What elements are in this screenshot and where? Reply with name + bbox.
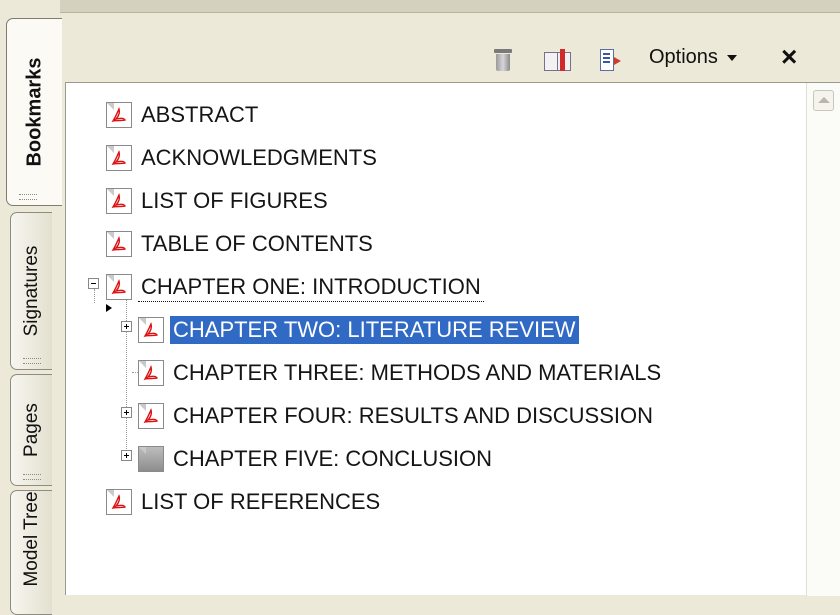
tab-pages-label: Pages <box>20 403 42 457</box>
tab-grip <box>19 194 37 200</box>
close-button[interactable]: × <box>781 42 797 72</box>
tab-bookmarks[interactable]: Bookmarks <box>6 18 62 206</box>
bookmark-book-icon[interactable] <box>544 49 571 71</box>
navigation-tab-strip: Bookmarks Signatures Pages Model Tree <box>0 0 62 615</box>
grey-bookmark-icon <box>138 446 164 472</box>
tab-model-tree[interactable]: Model Tree <box>10 490 52 615</box>
bookmark-item[interactable]: TABLE OF CONTENTS <box>106 228 376 260</box>
tab-pages[interactable]: Pages <box>10 374 52 486</box>
expand-toggle-icon[interactable] <box>121 321 132 332</box>
pdf-bookmark-icon <box>106 102 132 128</box>
tree-line <box>126 291 127 459</box>
tab-grip <box>23 358 41 364</box>
bookmark-label: ABSTRACT <box>141 102 259 127</box>
bookmark-label: TABLE OF CONTENTS <box>141 231 373 256</box>
pdf-bookmark-icon <box>106 274 132 300</box>
vertical-scrollbar[interactable] <box>806 83 840 596</box>
bookmark-label: CHAPTER FIVE: CONCLUSION <box>173 446 493 471</box>
pdf-bookmark-icon <box>138 403 164 429</box>
pdf-bookmark-icon <box>138 317 164 343</box>
pdf-bookmark-icon <box>106 188 132 214</box>
bookmarks-toolbar: Options × <box>62 12 840 72</box>
options-menu-button[interactable]: Options <box>649 46 737 69</box>
expand-toggle-icon[interactable] <box>121 407 132 418</box>
bookmark-item[interactable]: CHAPTER ONE: INTRODUCTION <box>106 271 484 303</box>
drop-insertion-caret-icon <box>106 304 112 312</box>
bookmark-tree-panel[interactable]: ABSTRACT ACKNOWLEDGMENTS LIST OF FIGURES… <box>65 82 840 596</box>
bookmark-label: LIST OF REFERENCES <box>141 489 381 514</box>
pdf-bookmark-icon <box>106 231 132 257</box>
bookmark-label: LIST OF FIGURES <box>141 188 328 213</box>
collapse-toggle-icon[interactable] <box>88 278 99 289</box>
bookmark-label: CHAPTER FOUR: RESULTS AND DISCUSSION <box>173 403 653 428</box>
tree-line <box>94 289 95 303</box>
scroll-up-arrow-icon[interactable] <box>813 90 834 111</box>
tab-signatures-label: Signatures <box>20 245 42 337</box>
bookmark-item[interactable]: CHAPTER THREE: METHODS AND MATERIALS <box>138 357 664 389</box>
bookmark-item[interactable]: ABSTRACT <box>106 99 261 131</box>
chevron-down-icon <box>726 54 737 61</box>
tab-signatures[interactable]: Signatures <box>10 212 52 370</box>
bookmark-item[interactable]: LIST OF REFERENCES <box>106 486 383 518</box>
tab-model-tree-label: Model Tree <box>20 491 42 587</box>
bookmark-label: CHAPTER THREE: METHODS AND MATERIALS <box>173 360 662 385</box>
bookmark-item-selected[interactable]: CHAPTER TWO: LITERATURE REVIEW <box>138 314 579 346</box>
bookmark-item[interactable]: ACKNOWLEDGMENTS <box>106 142 380 174</box>
options-label: Options <box>649 46 718 68</box>
tab-grip <box>23 474 41 480</box>
pdf-bookmark-icon <box>138 360 164 386</box>
new-bookmark-icon[interactable] <box>600 49 622 71</box>
pdf-bookmark-icon <box>106 145 132 171</box>
bookmark-item[interactable]: LIST OF FIGURES <box>106 185 331 217</box>
bookmark-label: ACKNOWLEDGMENTS <box>141 145 377 170</box>
pdf-bookmark-icon <box>106 489 132 515</box>
bookmark-item[interactable]: CHAPTER FOUR: RESULTS AND DISCUSSION <box>138 400 656 432</box>
bookmark-label: CHAPTER TWO: LITERATURE REVIEW <box>170 316 579 344</box>
bookmark-label: CHAPTER ONE: INTRODUCTION <box>138 273 484 302</box>
tab-bookmarks-label: Bookmarks <box>23 57 45 167</box>
expand-toggle-icon[interactable] <box>121 450 132 461</box>
bookmark-item[interactable]: CHAPTER FIVE: CONCLUSION <box>138 443 495 475</box>
trash-icon[interactable] <box>494 49 512 71</box>
